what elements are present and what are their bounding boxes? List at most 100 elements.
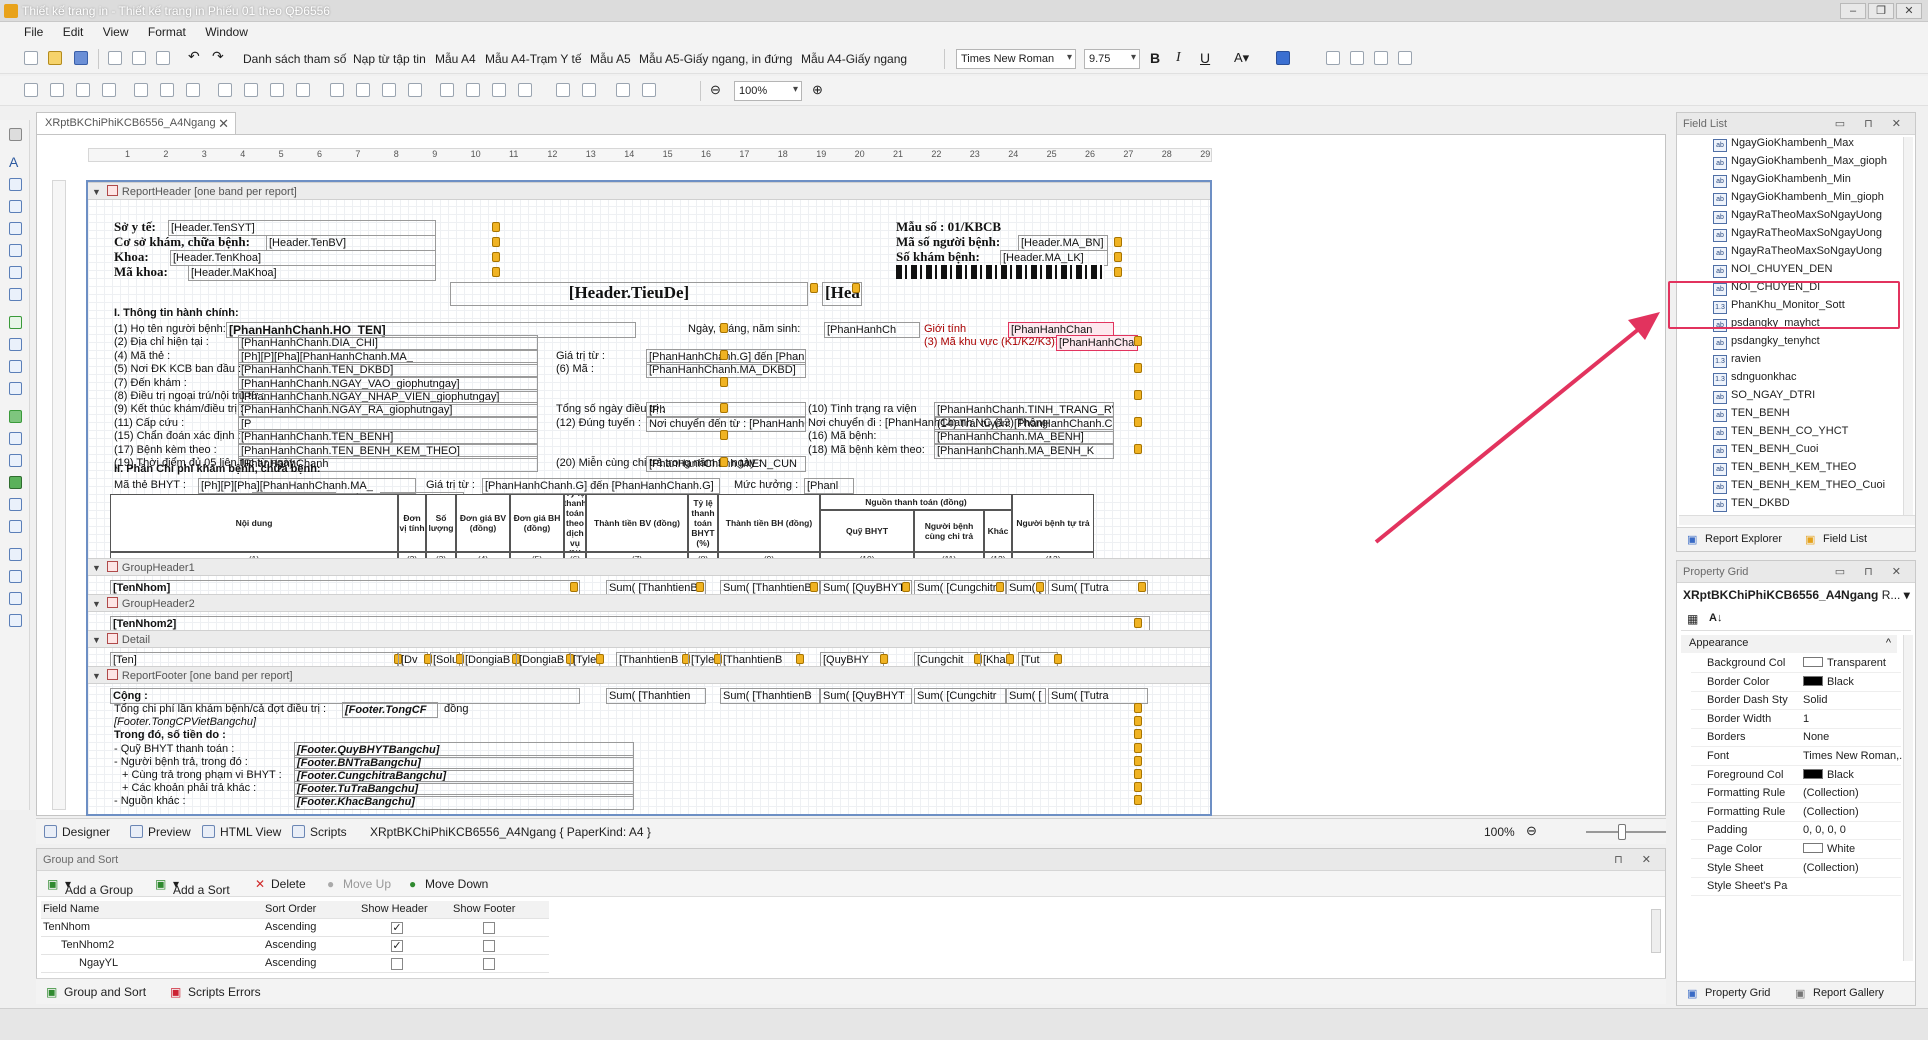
footer-label[interactable]: - Nguồn khác : [114,794,186,808]
group-sort-order[interactable]: Ascending [265,921,316,933]
remove-v-spacing-icon[interactable] [518,83,532,97]
smart-tag-icon[interactable] [720,403,728,414]
move-down-button[interactable]: Move Down [425,877,488,891]
tab-designer[interactable]: Designer [62,825,110,839]
field-list-item[interactable]: ab TEN_BENH_Cuoi [1713,443,1818,461]
template-a4[interactable]: Mẫu A4 [435,52,476,66]
group-sort-row[interactable]: TenNhom2 Ascending ✓ [41,937,549,955]
footer-label[interactable]: + Các khoản phải trả khác : [122,781,256,795]
table-header-cell[interactable]: Đơn giá BV (đồng) [456,494,510,552]
tab-field-list[interactable]: Field List [1823,533,1867,545]
label-hanh-chinh-c[interactable]: (6) Mã : [556,362,594,376]
tab-group-and-sort[interactable]: Group and Sort [64,985,146,999]
property-row[interactable]: Page Color White [1691,841,1901,859]
menu-window[interactable]: Window [197,22,256,42]
field-list-item[interactable]: ab NOI_CHUYEN_DEN [1713,263,1832,281]
collapse-icon[interactable]: ^ [1886,637,1891,649]
redo-icon[interactable]: ↷ [212,48,226,64]
barcode-tool-icon[interactable] [9,360,22,373]
show-header-checkbox[interactable]: ✓ [391,940,403,952]
footer-label[interactable]: Tổng chi phí lần khám bệnh/cả đợt điều t… [114,702,326,716]
vertical-spacing-icon[interactable] [440,83,454,97]
group-sort-row[interactable]: TenNhom Ascending ✓ [41,919,549,937]
panel-buttons[interactable]: ⊓ ✕ [1614,853,1659,866]
shape-tool-icon[interactable] [9,338,22,351]
size-to-grid-icon[interactable] [244,83,258,97]
close-icon[interactable]: ✕ [218,116,229,132]
scrollbar[interactable] [1903,635,1913,961]
bring-to-front-icon[interactable] [616,83,630,97]
tab-report-gallery[interactable]: Report Gallery [1813,987,1884,999]
send-to-back-icon[interactable] [642,83,656,97]
collapse-icon[interactable]: ▼ [92,599,101,609]
add-group-button[interactable]: Add a Group ▾ [65,877,133,897]
menu-format[interactable]: Format [140,22,194,42]
smart-tag-icon[interactable] [1138,582,1146,592]
field-list-item[interactable]: 1.3 sdnguonkhac [1713,371,1796,389]
table-header-nguon[interactable]: Nguồn thanh toán (đồng) [820,494,1012,510]
label-hanh-chinh-e[interactable]: (3) Mã khu vực (K1/K2/K3): [924,335,1058,349]
copy-icon[interactable] [132,51,146,65]
field-tenkhoa[interactable]: [Header.TenKhoa] [170,250,436,266]
label-hanh-chinh-e[interactable]: (10) Tình trạng ra viện [808,402,917,416]
footer-total-field[interactable]: Sum( [Thanhtien [606,688,706,704]
show-footer-checkbox[interactable] [483,922,495,934]
property-value[interactable]: 0, 0, 0, 0 [1803,824,1913,836]
smart-tag-icon[interactable] [1134,443,1142,454]
barcode[interactable] [896,265,1104,279]
group-sort-order[interactable]: Ascending [265,957,316,969]
field-list-item[interactable]: ab TEN_DKBD [1713,497,1790,515]
field-list-item[interactable]: ab NgayRaTheoMaxSoNgayUong [1713,209,1882,227]
smart-tag-icon[interactable] [1036,582,1044,592]
categorized-icon[interactable]: ▦ [1687,612,1698,626]
collapse-icon[interactable]: ▼ [92,187,101,197]
align-center-icon[interactable] [1350,51,1364,65]
show-footer-checkbox[interactable] [483,940,495,952]
field-hanh-chinh-f[interactable]: [PhanHanhChanh [1056,335,1138,352]
tab-document[interactable]: XRptBKChiPhiKCB6556_A4Ngang ✕ [36,112,236,134]
band-group-header1[interactable]: ▼ GroupHeader1 [88,558,1210,576]
smart-tag-icon[interactable] [720,376,728,387]
smart-tag-icon[interactable] [1006,654,1014,664]
menu-view[interactable]: View [95,22,137,42]
smart-tag-icon[interactable] [810,283,818,293]
decrease-h-spacing-icon[interactable] [382,83,396,97]
zipcode-tool-icon[interactable] [9,382,22,395]
footer-total-field[interactable]: Sum( [QuyBHYT [820,688,912,704]
panel-tool-icon[interactable] [9,244,22,257]
panel-buttons[interactable]: ▭ ⊓ ✕ [1835,565,1909,578]
field-malk[interactable]: [Header.MA_LK] [1000,250,1108,266]
field-hanh-chinh-d[interactable]: [PhanHanhChanh.MA_DKBD] [646,362,806,379]
template-param-list[interactable]: Danh sách tham số [243,52,346,66]
toc-tool-icon[interactable] [9,570,22,583]
property-value[interactable]: Black [1803,675,1913,688]
alphabetical-icon[interactable]: A↓ [1709,612,1722,624]
table-header-cell[interactable]: Số lượng [426,494,456,552]
remove-h-spacing-icon[interactable] [408,83,422,97]
property-row[interactable]: Background Col Transparent [1691,655,1901,673]
footer-label[interactable]: - Quỹ BHYT thanh toán : [114,742,234,756]
zoom-out-icon[interactable]: ⊖ [1526,823,1537,839]
align-middles-icon[interactable] [160,83,174,97]
field-list-item[interactable]: ab TEN_BENH_KEM_THEO [1713,461,1856,479]
property-value[interactable]: Times New Roman,... [1803,750,1913,762]
page-info-tool-icon[interactable] [9,498,22,511]
show-footer-checkbox[interactable] [483,958,495,970]
field-hanh-chinh-d[interactable]: [PhanHanhCh [824,322,920,338]
smart-tag-icon[interactable] [796,654,804,664]
smart-tag-icon[interactable] [1134,336,1142,347]
footer-total-field[interactable]: Sum( [ThanhtienB [720,688,820,704]
smart-tag-icon[interactable] [1054,654,1062,664]
field-list-item[interactable]: 1.3 ravien [1713,353,1761,371]
decrease-v-spacing-icon[interactable] [492,83,506,97]
align-bottoms-icon[interactable] [186,83,200,97]
smart-tag-icon[interactable] [1134,703,1142,713]
label-chi-phi[interactable]: Mã thẻ BHYT : [114,478,186,492]
smart-tag-icon[interactable] [492,252,500,262]
field-list-item[interactable]: ab NgayRaTheoMaxSoNgayUong [1713,245,1882,263]
field-list-item[interactable]: ab NgayGioKhambenh_Max_gioph [1713,155,1887,173]
smart-tag-icon[interactable] [996,582,1004,592]
table-tool-icon[interactable] [9,266,22,279]
align-tops-icon[interactable] [134,83,148,97]
section-chi-phi[interactable]: II. Phần Chi phí khám bệnh, chữa bệnh: [114,462,321,476]
